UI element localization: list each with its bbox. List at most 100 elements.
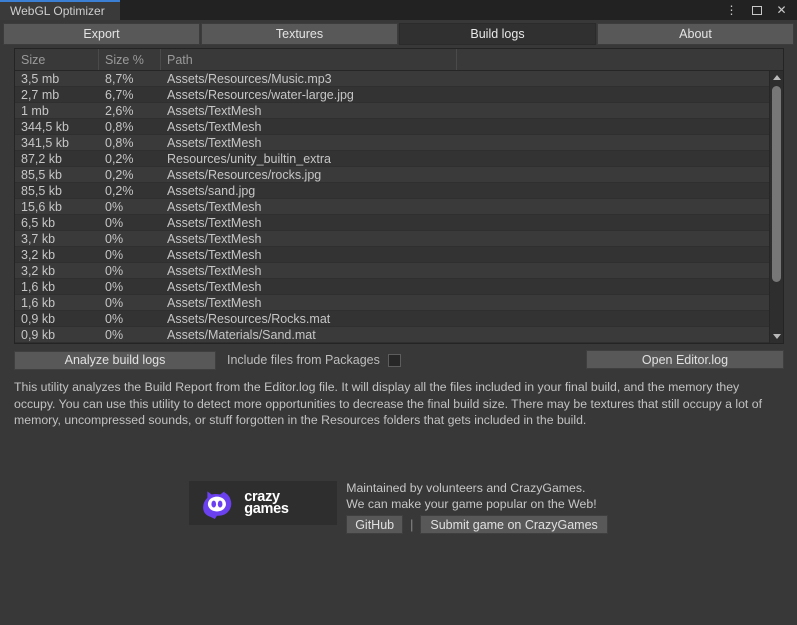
open-editor-log-button[interactable]: Open Editor.log bbox=[586, 350, 784, 369]
tab-build-logs[interactable]: Build logs bbox=[399, 23, 596, 45]
cell-size: 85,5 kb bbox=[21, 167, 63, 182]
cell-path: Assets/TextMesh bbox=[167, 263, 262, 278]
logo-line-2: games bbox=[244, 501, 289, 517]
submit-game-button[interactable]: Submit game on CrazyGames bbox=[420, 515, 608, 534]
table-row[interactable]: 85,5 kb 0,2% Assets/sand.jpg bbox=[15, 183, 783, 199]
window-titlebar: WebGL Optimizer ⋮ ✕ bbox=[0, 0, 797, 20]
cell-size-percent: 0% bbox=[105, 231, 124, 246]
include-packages-checkbox[interactable] bbox=[387, 353, 401, 367]
table-row[interactable]: 0,9 kb 0% Assets/Resources/Rocks.mat bbox=[15, 311, 783, 327]
column-header-spacer bbox=[457, 49, 783, 70]
cell-path: Assets/Materials/Sand.mat bbox=[167, 327, 316, 342]
cell-size: 85,5 kb bbox=[21, 183, 63, 198]
cell-path: Assets/TextMesh bbox=[167, 135, 262, 150]
cell-size: 1 mb bbox=[21, 103, 49, 118]
github-button[interactable]: GitHub bbox=[346, 515, 404, 534]
cell-size-percent: 8,7% bbox=[105, 71, 134, 86]
cell-size-percent: 0,8% bbox=[105, 119, 134, 134]
column-header-label: Path bbox=[167, 52, 193, 67]
cell-size: 3,7 kb bbox=[21, 231, 56, 246]
cell-path: Resources/unity_builtin_extra bbox=[167, 151, 331, 166]
cell-size: 0,9 kb bbox=[21, 327, 56, 342]
table-row[interactable]: 344,5 kb 0,8% Assets/TextMesh bbox=[15, 119, 783, 135]
column-header-size[interactable]: Size bbox=[15, 49, 99, 70]
cell-path: Assets/Resources/Rocks.mat bbox=[167, 311, 331, 326]
column-header-path[interactable]: Path bbox=[161, 49, 457, 70]
cell-size: 344,5 kb bbox=[21, 119, 69, 134]
cell-size: 1,6 kb bbox=[21, 279, 56, 294]
cell-size: 2,7 mb bbox=[21, 87, 60, 102]
tab-textures[interactable]: Textures bbox=[201, 23, 398, 45]
table-row[interactable]: 0,9 kb 0% Assets/Materials/Sand.mat bbox=[15, 327, 783, 343]
table-row[interactable]: 3,2 kb 0% Assets/TextMesh bbox=[15, 263, 783, 279]
column-header-label: Size bbox=[21, 52, 46, 67]
table-row[interactable]: 3,2 kb 0% Assets/TextMesh bbox=[15, 247, 783, 263]
table-row[interactable]: 341,5 kb 0,8% Assets/TextMesh bbox=[15, 135, 783, 151]
scroll-up-arrow-icon[interactable] bbox=[770, 71, 783, 84]
cell-size-percent: 0% bbox=[105, 215, 124, 230]
window-title: WebGL Optimizer bbox=[10, 4, 105, 18]
cell-path: Assets/TextMesh bbox=[167, 295, 262, 310]
column-header-size-percent[interactable]: Size % bbox=[99, 49, 161, 70]
cell-size-percent: 0,8% bbox=[105, 135, 134, 150]
window-controls: ⋮ ✕ bbox=[725, 0, 793, 20]
cell-path: Assets/Resources/water-large.jpg bbox=[167, 87, 354, 102]
maximize-icon[interactable] bbox=[750, 3, 763, 17]
cell-size-percent: 0,2% bbox=[105, 151, 134, 166]
close-icon[interactable]: ✕ bbox=[775, 3, 788, 17]
cell-path: Assets/sand.jpg bbox=[167, 183, 256, 198]
table-row[interactable]: 1,6 kb 0% Assets/TextMesh bbox=[15, 295, 783, 311]
table-row[interactable]: 3,7 kb 0% Assets/TextMesh bbox=[15, 231, 783, 247]
table-row[interactable]: 1 mb 2,6% Assets/TextMesh bbox=[15, 103, 783, 119]
cell-path: Assets/TextMesh bbox=[167, 247, 262, 262]
tab-label: Build logs bbox=[470, 27, 525, 41]
table-row[interactable]: 87,2 kb 0,2% Resources/unity_builtin_extra bbox=[15, 151, 783, 167]
footer-maintained-text: Maintained by volunteers and CrazyGames. bbox=[346, 481, 586, 495]
cell-size: 341,5 kb bbox=[21, 135, 69, 150]
cell-size-percent: 0% bbox=[105, 247, 124, 262]
cell-size: 1,6 kb bbox=[21, 295, 56, 310]
footer: crazy games Maintained by volunteers and… bbox=[0, 481, 797, 534]
cell-size-percent: 0% bbox=[105, 327, 124, 342]
table-body[interactable]: 3,5 mb 8,7% Assets/Resources/Music.mp3 2,7 … bbox=[15, 71, 783, 343]
footer-separator: | bbox=[410, 517, 414, 532]
cell-size-percent: 0% bbox=[105, 295, 124, 310]
cell-size-percent: 0% bbox=[105, 199, 124, 214]
table-row[interactable]: 15,6 kb 0% Assets/TextMesh bbox=[15, 199, 783, 215]
menu-kebab-icon[interactable]: ⋮ bbox=[725, 3, 738, 17]
cell-size: 3,2 kb bbox=[21, 263, 56, 278]
table-row[interactable]: 2,7 mb 6,7% Assets/Resources/water-large.j… bbox=[15, 87, 783, 103]
cell-path: Assets/TextMesh bbox=[167, 199, 262, 214]
cell-size: 15,6 kb bbox=[21, 199, 63, 214]
build-log-toolbar: Analyze build logs Include files from Pa… bbox=[14, 350, 784, 370]
crazygames-logo: crazy games bbox=[189, 481, 338, 525]
footer-promo-text: We can make your game popular on the Web… bbox=[346, 497, 597, 511]
tab-export[interactable]: Export bbox=[3, 23, 200, 45]
cell-path: Assets/Resources/rocks.jpg bbox=[167, 167, 322, 182]
table-row[interactable]: 6,5 kb 0% Assets/TextMesh bbox=[15, 215, 783, 231]
cell-size-percent: 2,6% bbox=[105, 103, 134, 118]
table-row[interactable]: 3,5 mb 8,7% Assets/Resources/Music.mp3 bbox=[15, 71, 783, 87]
tab-about[interactable]: About bbox=[597, 23, 794, 45]
submit-game-label: Submit game on CrazyGames bbox=[430, 517, 598, 532]
window-tab[interactable]: WebGL Optimizer bbox=[0, 0, 120, 20]
table-vertical-scrollbar[interactable] bbox=[769, 71, 783, 343]
cell-size-percent: 0,2% bbox=[105, 183, 134, 198]
crazygames-mascot-icon bbox=[203, 491, 232, 519]
cell-size-percent: 0% bbox=[105, 311, 124, 326]
tab-bar: Export Textures Build logs About bbox=[0, 20, 797, 45]
cell-path: Assets/TextMesh bbox=[167, 103, 262, 118]
description-text: This utility analyzes the Build Report f… bbox=[14, 380, 763, 427]
scrollbar-track[interactable] bbox=[770, 84, 783, 330]
column-header-label: Size % bbox=[105, 52, 144, 67]
cell-size-percent: 0% bbox=[105, 279, 124, 294]
table-row[interactable]: 1,6 kb 0% Assets/TextMesh bbox=[15, 279, 783, 295]
scroll-down-arrow-icon[interactable] bbox=[770, 330, 783, 343]
table-row[interactable]: 85,5 kb 0,2% Assets/Resources/rocks.jpg bbox=[15, 167, 783, 183]
analyze-build-logs-button[interactable]: Analyze build logs bbox=[14, 350, 216, 370]
scrollbar-thumb[interactable] bbox=[772, 86, 781, 282]
cell-size: 3,2 kb bbox=[21, 247, 56, 262]
cell-size: 87,2 kb bbox=[21, 151, 63, 166]
footer-links: GitHub | Submit game on CrazyGames bbox=[346, 515, 608, 534]
cell-path: Assets/TextMesh bbox=[167, 215, 262, 230]
